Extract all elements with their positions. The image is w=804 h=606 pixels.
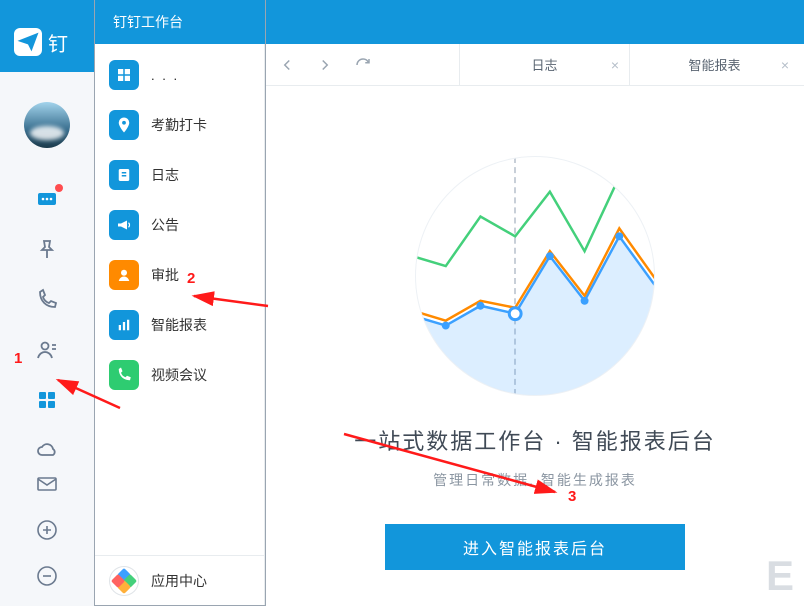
tab-smart-report[interactable]: 智能报表 × xyxy=(629,44,799,85)
nav-forward-button[interactable] xyxy=(309,49,341,81)
tab-bar: 日志 × 智能报表 × xyxy=(459,44,799,85)
phone-video-icon xyxy=(109,360,139,390)
annotation-1: 1 xyxy=(14,350,22,367)
content-area: 日志 × 智能报表 × xyxy=(265,44,804,606)
rail-more-icon[interactable] xyxy=(33,562,61,590)
applist-item-label: 公告 xyxy=(151,215,179,235)
note-icon xyxy=(109,160,139,190)
unread-badge xyxy=(55,184,63,192)
annotation-3: 3 xyxy=(568,488,576,505)
close-icon[interactable]: × xyxy=(781,57,789,73)
grid-icon xyxy=(109,60,139,90)
left-rail: 钉 xyxy=(0,0,95,606)
tab-label: 智能报表 xyxy=(688,55,740,74)
applist-item-label: 日志 xyxy=(151,165,179,185)
bar-chart-icon xyxy=(109,310,139,340)
rail-pin-icon[interactable] xyxy=(33,236,61,264)
rail-cloud-icon[interactable] xyxy=(33,436,61,464)
rail-mail-icon[interactable] xyxy=(33,470,61,498)
tab-log[interactable]: 日志 × xyxy=(459,44,629,85)
applist-item-video[interactable]: 视频会议 xyxy=(95,350,264,400)
location-pin-icon xyxy=(109,110,139,140)
content-toolbar: 日志 × 智能报表 × xyxy=(265,44,804,86)
applist-item-notice[interactable]: 公告 xyxy=(95,200,264,250)
avatar[interactable] xyxy=(24,102,70,148)
rail-phone-icon[interactable] xyxy=(33,286,61,314)
rail-contacts-icon[interactable] xyxy=(33,336,61,364)
app-logo-icon xyxy=(14,28,42,56)
enter-reports-button[interactable]: 进入智能报表后台 xyxy=(385,524,685,570)
hero-chart xyxy=(415,156,655,396)
applist-item-reports[interactable]: 智能报表 xyxy=(95,300,264,350)
watermark: E xyxy=(766,552,794,600)
applist-item-log[interactable]: 日志 xyxy=(95,150,264,200)
applist-first-label: . . . xyxy=(151,68,179,83)
close-icon[interactable]: × xyxy=(611,57,619,73)
applist-item-attendance[interactable]: 考勤打卡 xyxy=(95,100,264,150)
applist-item-approval[interactable]: 审批 xyxy=(95,250,264,300)
hero-subtitle: 管理日常数据, 智能生成报表 xyxy=(433,470,637,490)
workbench-panel: 钉钉工作台 . . . 考勤打卡 日志 公告 审 xyxy=(95,0,804,606)
brand-text: 钉 xyxy=(48,28,68,57)
applist-item-label: 审批 xyxy=(151,265,179,285)
hero-title: 一站式数据工作台 · 智能报表后台 xyxy=(354,424,716,456)
panel-title: 钉钉工作台 xyxy=(95,0,804,44)
app-center-label: 应用中心 xyxy=(151,571,207,591)
applist-item-label: 考勤打卡 xyxy=(151,115,207,135)
nav-back-button[interactable] xyxy=(271,49,303,81)
user-check-icon xyxy=(109,260,139,290)
applist-item-label: 智能报表 xyxy=(151,315,207,335)
megaphone-icon xyxy=(109,210,139,240)
applist-app-center[interactable]: 应用中心 xyxy=(95,555,264,606)
brand-area: 钉 xyxy=(0,12,94,72)
rail-add-icon[interactable] xyxy=(33,516,61,544)
line-chart-icon xyxy=(416,157,654,395)
annotation-2: 2 xyxy=(187,270,195,287)
app-list: . . . 考勤打卡 日志 公告 审批 智能报表 xyxy=(95,44,265,606)
applist-item-label: 视频会议 xyxy=(151,365,207,385)
nav-refresh-button[interactable] xyxy=(347,49,379,81)
pinwheel-icon xyxy=(109,566,139,596)
rail-messages-icon[interactable] xyxy=(33,186,61,214)
viewport: 一站式数据工作台 · 智能报表后台 管理日常数据, 智能生成报表 进入智能报表后… xyxy=(265,86,804,606)
applist-first-item[interactable]: . . . xyxy=(95,50,264,100)
tab-label: 日志 xyxy=(531,55,557,74)
rail-workbench-icon[interactable] xyxy=(33,386,61,414)
